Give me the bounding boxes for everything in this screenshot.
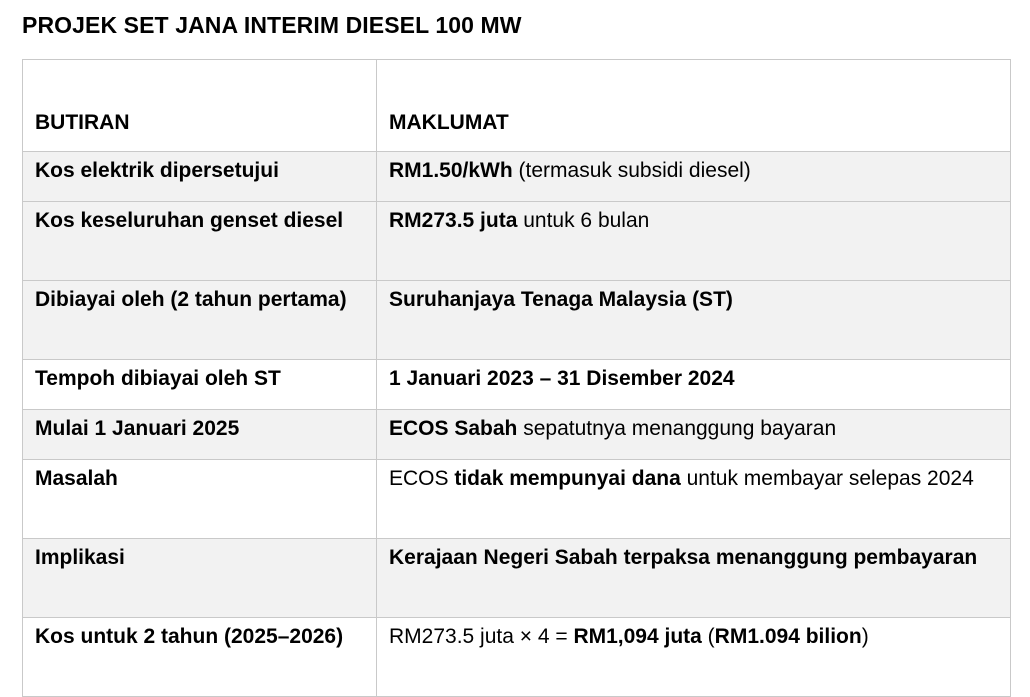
value-segment: RM1.50/kWh <box>389 159 513 182</box>
value-segment: ECOS <box>389 467 455 490</box>
row-value-tempoh: 1 Januari 2023 – 31 Disember 2024 <box>376 359 1011 410</box>
value-segment: untuk 6 bulan <box>517 209 650 232</box>
row-label-kos-elektrik: Kos elektrik dipersetujui <box>22 151 377 202</box>
table-row: Tempoh dibiayai oleh ST 1 Januari 2023 –… <box>22 359 1011 410</box>
table-row: Kos keseluruhan genset diesel RM273.5 ju… <box>22 201 1011 281</box>
row-value-kos-2-tahun: RM273.5 juta × 4 = RM1,094 juta (RM1.094… <box>376 617 1011 697</box>
row-label-dibiayai-oleh: Dibiayai oleh (2 tahun pertama) <box>22 280 377 360</box>
value-segment: ( <box>701 625 715 648</box>
table-row: Implikasi Kerajaan Negeri Sabah terpaksa… <box>22 538 1011 618</box>
row-value-kos-elektrik: RM1.50/kWh (termasuk subsidi diesel) <box>376 151 1011 202</box>
header-maklumat: MAKLUMAT <box>376 59 1011 152</box>
row-value-implikasi: Kerajaan Negeri Sabah terpaksa menanggun… <box>376 538 1011 618</box>
value-segment: Kerajaan Negeri Sabah terpaksa menanggun… <box>389 546 978 569</box>
value-segment: RM273.5 juta <box>389 209 518 232</box>
value-segment: 1 Januari 2023 – 31 Disember 2024 <box>389 367 735 390</box>
value-segment: ) <box>861 625 869 648</box>
table-row: Dibiayai oleh (2 tahun pertama) Suruhanj… <box>22 280 1011 360</box>
row-value-mulai: ECOS Sabah sepatutnya menanggung bayaran <box>376 409 1011 460</box>
row-value-masalah: ECOS tidak mempunyai dana untuk membayar… <box>376 459 1011 539</box>
row-label-mulai: Mulai 1 Januari 2025 <box>22 409 377 460</box>
value-segment: ECOS Sabah <box>389 417 518 440</box>
table-row: Masalah ECOS tidak mempunyai dana untuk … <box>22 459 1011 539</box>
table-row: Kos untuk 2 tahun (2025–2026) RM273.5 ju… <box>22 617 1011 697</box>
row-value-kos-genset: RM273.5 juta untuk 6 bulan <box>376 201 1011 281</box>
row-label-kos-2-tahun: Kos untuk 2 tahun (2025–2026) <box>22 617 377 697</box>
value-segment: Suruhanjaya Tenaga Malaysia (ST) <box>389 288 733 311</box>
header-butiran: BUTIRAN <box>22 59 377 152</box>
value-segment: tidak mempunyai dana <box>454 467 681 490</box>
row-label-masalah: Masalah <box>22 459 377 539</box>
table-header-row: BUTIRAN MAKLUMAT <box>22 59 1011 152</box>
value-segment: RM1.094 bilion <box>714 625 862 648</box>
value-segment: sepatutnya menanggung bayaran <box>517 417 837 440</box>
value-segment: RM1,094 juta <box>573 625 702 648</box>
table-row: Kos elektrik dipersetujui RM1.50/kWh (te… <box>22 151 1011 202</box>
row-label-kos-genset: Kos keseluruhan genset diesel <box>22 201 377 281</box>
table-row: Mulai 1 Januari 2025 ECOS Sabah sepatutn… <box>22 409 1011 460</box>
row-label-tempoh: Tempoh dibiayai oleh ST <box>22 359 377 410</box>
info-table: BUTIRAN MAKLUMAT Kos elektrik dipersetuj… <box>22 59 1011 697</box>
value-segment: RM273.5 juta × 4 = <box>389 625 574 648</box>
value-segment: untuk membayar selepas 2024 <box>680 467 974 490</box>
row-value-dibiayai-oleh: Suruhanjaya Tenaga Malaysia (ST) <box>376 280 1011 360</box>
value-segment: (termasuk subsidi diesel) <box>512 159 751 182</box>
row-label-implikasi: Implikasi <box>22 538 377 618</box>
document-title: PROJEK SET JANA INTERIM DIESEL 100 MW <box>22 12 522 38</box>
